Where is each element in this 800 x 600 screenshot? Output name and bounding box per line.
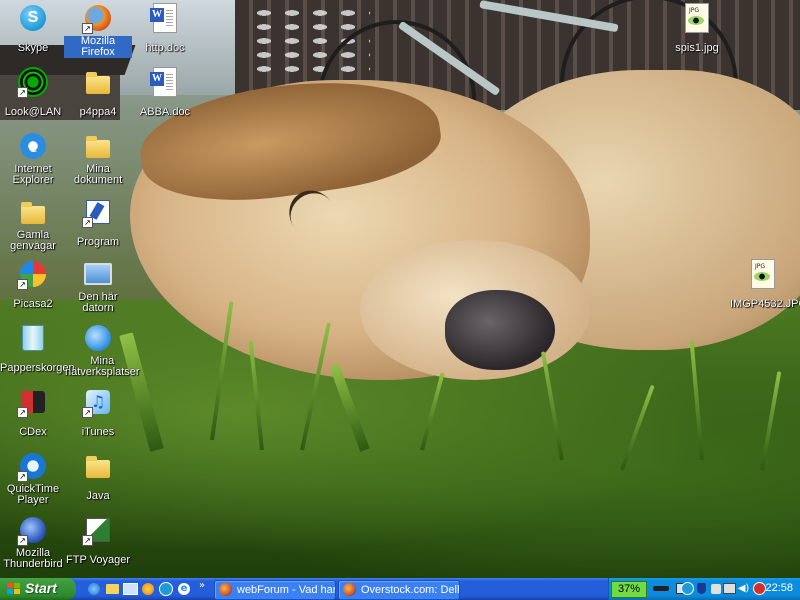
start-button[interactable]: Start	[0, 578, 76, 600]
recycle-bin-icon	[22, 325, 44, 351]
desktop-icon-thunderbird[interactable]: ↗ Mozilla Thunderbird	[0, 514, 67, 571]
show-desktop-icon	[122, 583, 138, 595]
quicklaunch-show-desktop[interactable]	[122, 581, 138, 597]
firefox-icon	[219, 583, 232, 596]
taskbar-button-overstock[interactable]: Overstock.com: Dell L...	[338, 580, 460, 600]
network-places-icon	[85, 325, 111, 351]
desktop-icon-spis1-jpg[interactable]: JPG spis1.jpg	[663, 2, 731, 55]
desktop-icon-gamla-genvagar[interactable]: Gamla genvägar	[0, 196, 67, 253]
firefox-icon	[343, 583, 356, 596]
skype-icon: S	[20, 5, 46, 31]
quicklaunch-messenger[interactable]	[86, 581, 102, 597]
system-tray: 37% ◀) 22:58	[608, 578, 800, 600]
folder-icon	[105, 584, 119, 594]
quicklaunch-chevron[interactable]: »	[199, 580, 205, 591]
desktop-icon-java[interactable]: Java	[64, 450, 132, 503]
desktop-icon-p4ppa4[interactable]: p4ppa4	[64, 66, 132, 119]
clock[interactable]: 22:58	[765, 582, 793, 594]
volume-icon[interactable]: ◀)	[737, 582, 750, 595]
desktop-icon-itunes[interactable]: ♫ ↗ iTunes	[64, 386, 132, 439]
desktop-icon-mina-natverksplatser[interactable]: Mina nätverksplatser	[64, 322, 140, 379]
desktop-icon-abba-doc[interactable]: W ABBA.doc	[131, 66, 199, 119]
wireless-icon[interactable]	[723, 582, 736, 595]
shield-icon[interactable]	[695, 582, 708, 595]
skype-icon	[159, 582, 173, 596]
desktop-icon-papperskorgen[interactable]: Papperskorgen	[0, 322, 75, 375]
word-document-icon: W	[150, 67, 177, 97]
internet-explorer-icon: e	[178, 583, 190, 595]
taskbar: Start e » webForum - Vad har ... Oversto…	[0, 578, 800, 600]
desktop-icon-skype[interactable]: S Skype	[0, 2, 67, 55]
folder-icon	[86, 456, 110, 478]
media-player-icon	[142, 583, 154, 595]
jpg-image-icon: JPG	[751, 259, 775, 289]
desktop-icon-den-har-datorn[interactable]: Den här datorn	[64, 258, 132, 315]
windows-logo-icon	[7, 583, 20, 595]
desktop-icon-cdex[interactable]: ↗ CDex	[0, 386, 67, 439]
jpg-image-icon: JPG	[685, 3, 709, 33]
folder-icon	[86, 72, 110, 94]
internet-explorer-icon: e	[20, 133, 46, 159]
folder-icon	[21, 202, 45, 224]
desktop-icon-look-at-lan[interactable]: ↗ Look@LAN	[0, 66, 67, 119]
quicklaunch-media-player[interactable]	[140, 581, 156, 597]
desktop-icon-ftp-voyager[interactable]: ↗ FTP Voyager	[64, 514, 132, 567]
quicklaunch-folder[interactable]	[104, 581, 120, 597]
antivirus-icon[interactable]	[753, 582, 766, 595]
power-plug-icon[interactable]	[651, 582, 671, 595]
desktop-icon-http-doc[interactable]: W http.doc	[131, 2, 199, 55]
start-label: Start	[25, 580, 57, 596]
quicklaunch-skype[interactable]	[158, 581, 174, 597]
speaker-icon[interactable]	[709, 582, 722, 595]
desktop-icon-firefox[interactable]: ↗ Mozilla Firefox	[64, 2, 132, 59]
battery-meter[interactable]: 37%	[611, 581, 647, 598]
my-documents-icon	[86, 136, 110, 158]
desktop-icon-program[interactable]: ↗ Program	[64, 196, 132, 249]
word-document-icon: W	[150, 3, 177, 33]
desktop-icon-internet-explorer[interactable]: e Internet Explorer	[0, 130, 67, 187]
taskbar-button-webforum[interactable]: webForum - Vad har ...	[214, 580, 336, 600]
desktop-icon-imgp4532-jpg[interactable]: JPG IMGP4532.JPG	[729, 258, 800, 311]
desktop-icon-mina-dokument[interactable]: Mina dokument	[64, 130, 132, 187]
desktop-icon-picasa2[interactable]: ↗ Picasa2	[0, 258, 67, 311]
skype-tray-icon[interactable]	[681, 582, 694, 595]
quicklaunch-internet-explorer[interactable]: e	[176, 581, 192, 597]
desktop[interactable]: S Skype ↗ Look@LAN e Internet Explorer G…	[0, 0, 800, 578]
desktop-icon-quicktime[interactable]: ↗ QuickTime Player	[0, 450, 67, 507]
my-computer-icon	[84, 263, 112, 285]
messenger-icon	[88, 583, 100, 595]
